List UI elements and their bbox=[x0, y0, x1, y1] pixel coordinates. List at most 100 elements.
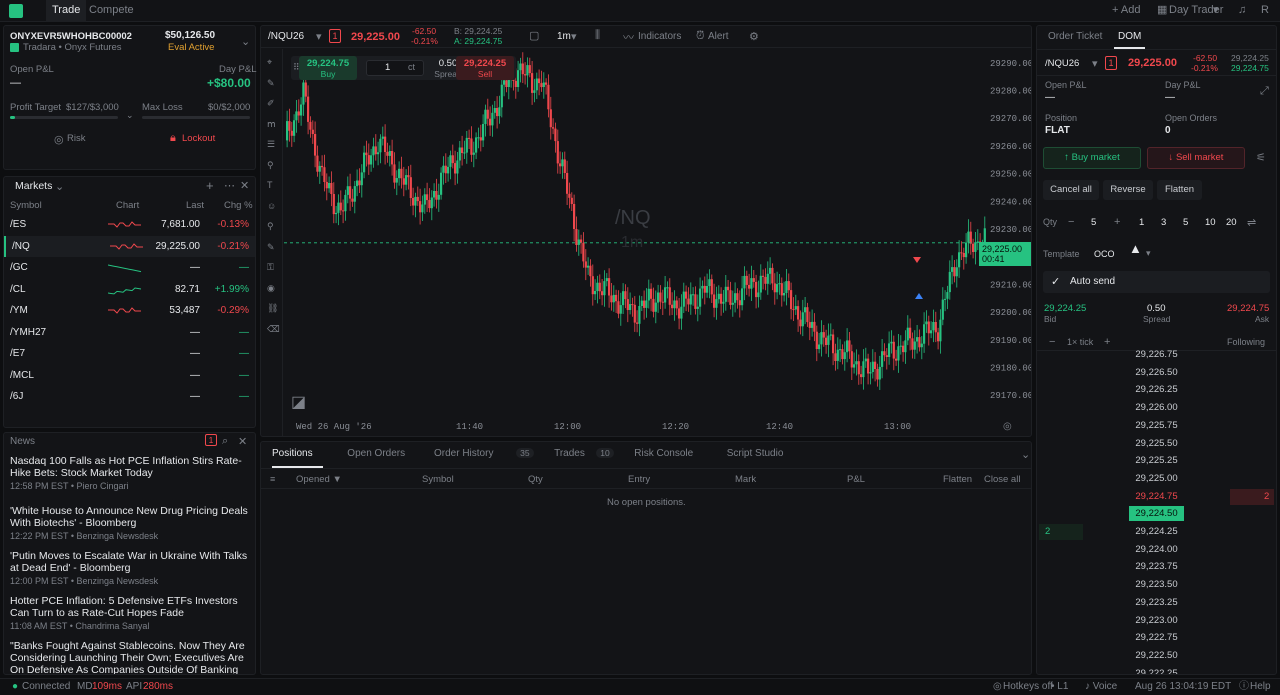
qty-minus-button[interactable]: − bbox=[1068, 216, 1074, 228]
fib-icon[interactable]: ☰ bbox=[267, 139, 275, 150]
measure-icon[interactable]: ⚲ bbox=[267, 221, 274, 232]
ladder-row[interactable]: 29,223.75 bbox=[1037, 558, 1276, 576]
ladder-row[interactable]: 29,224.00 bbox=[1037, 541, 1276, 559]
close-icon[interactable]: ✕ bbox=[238, 435, 247, 448]
lockout-button[interactable]: Lockout bbox=[182, 133, 215, 144]
ladder-row[interactable]: 29,224.50 bbox=[1037, 505, 1276, 523]
qty-settings-icon[interactable]: ⇌ bbox=[1247, 216, 1256, 229]
positions-col[interactable]: Mark bbox=[735, 474, 756, 485]
price-ladder[interactable]: 29,226.75 29,226.50 29,226.25 29,226.00 29,2… bbox=[1037, 349, 1276, 674]
tab-script-studio[interactable]: Script Studio bbox=[727, 448, 784, 459]
quantity-input[interactable]: 1 ct bbox=[366, 60, 424, 76]
market-row[interactable]: /GC — — bbox=[4, 257, 255, 278]
expand-icon[interactable]: ⤢ bbox=[1260, 85, 1269, 98]
qty-preset-button[interactable]: 3 bbox=[1161, 217, 1166, 228]
tab-dom[interactable]: DOM bbox=[1118, 31, 1141, 42]
ladder-row[interactable]: 29,225.00 bbox=[1037, 470, 1276, 488]
sell-button[interactable]: 29,224.25 Sell bbox=[456, 56, 514, 80]
tab-order-ticket[interactable]: Order Ticket bbox=[1048, 31, 1102, 42]
sell-market-button[interactable]: ↓ Sell market bbox=[1147, 147, 1245, 169]
brush-icon[interactable]: ✐ bbox=[267, 98, 275, 109]
lock-icon[interactable]: ⚿ bbox=[267, 262, 274, 273]
flatten-column[interactable]: Flatten bbox=[943, 474, 972, 485]
ruler-icon[interactable]: ✎ bbox=[267, 242, 275, 253]
news-item[interactable]: "Banks Fought Against Stablecoins. Now T… bbox=[10, 640, 250, 674]
qty-preset-button[interactable]: 1 bbox=[1139, 217, 1144, 228]
dom-symbol[interactable]: /NQU26 bbox=[1045, 58, 1079, 69]
chevron-down-icon[interactable]: ⌄ bbox=[55, 180, 64, 193]
col-chg[interactable]: Chg % bbox=[224, 200, 253, 211]
candles-icon[interactable]: ⫼ bbox=[595, 29, 600, 42]
ladder-row[interactable]: 29,222.75 bbox=[1037, 629, 1276, 647]
positions-col[interactable]: Symbol bbox=[422, 474, 454, 485]
eye-icon[interactable]: ◉ bbox=[267, 283, 275, 294]
news-item[interactable]: Hotter PCE Inflation: 5 Defensive ETFs I… bbox=[10, 595, 250, 631]
positions-col[interactable]: Entry bbox=[628, 474, 650, 485]
auto-send-toggle[interactable]: ✓ Auto send bbox=[1043, 271, 1270, 293]
qty-preset-button[interactable]: 10 bbox=[1205, 217, 1216, 228]
chevron-down-icon[interactable]: ▾ bbox=[316, 30, 322, 43]
market-row[interactable]: /CL 82.71 +1.99% bbox=[4, 279, 255, 300]
chevron-down-icon[interactable]: ⌄ bbox=[1021, 448, 1030, 461]
ladder-row[interactable]: 29,223.25 bbox=[1037, 594, 1276, 612]
ladder-row[interactable]: 29,225.25 bbox=[1037, 452, 1276, 470]
ladder-row[interactable]: 29,224.25 2 bbox=[1037, 523, 1276, 541]
ladder-row[interactable]: 29,226.00 bbox=[1037, 399, 1276, 417]
chevron-down-icon[interactable]: ▾ bbox=[1146, 248, 1151, 259]
ladder-row[interactable]: 29,226.25 bbox=[1037, 381, 1276, 399]
chevron-down-icon[interactable]: ▾ bbox=[1092, 57, 1098, 70]
add-icon[interactable]: + bbox=[206, 178, 214, 193]
positions-col[interactable]: P&L bbox=[847, 474, 865, 485]
indicators-button[interactable]: Indicators bbox=[638, 31, 681, 42]
ladder-row[interactable]: 29,224.75 2 bbox=[1037, 488, 1276, 506]
sliders-icon[interactable]: ⚟ bbox=[1256, 151, 1266, 164]
chevron-down-icon[interactable]: ▾ bbox=[571, 30, 577, 43]
search-icon[interactable]: ⌕ bbox=[222, 435, 228, 448]
tab-risk-console[interactable]: Risk Console bbox=[634, 448, 693, 459]
voice-toggle[interactable]: ♪ Voice bbox=[1085, 679, 1117, 695]
close-all-column[interactable]: Close all bbox=[984, 474, 1020, 485]
market-row[interactable]: /YMH27 — — bbox=[4, 322, 255, 343]
link-icon[interactable]: ⛓ bbox=[267, 303, 278, 314]
settings-icon[interactable]: ⚙ bbox=[749, 30, 759, 43]
ladder-row[interactable]: 29,222.25 bbox=[1037, 665, 1276, 674]
market-row[interactable]: /NQ 29,225.00 -0.21% bbox=[4, 235, 255, 257]
positions-col[interactable]: Opened ▼ bbox=[296, 474, 342, 485]
chevron-down-icon[interactable]: ⌄ bbox=[241, 35, 250, 48]
qty-preset-button[interactable]: 20 bbox=[1226, 217, 1237, 228]
tab-open-orders[interactable]: Open Orders bbox=[347, 448, 405, 459]
avatar[interactable]: R bbox=[1261, 0, 1269, 22]
market-row[interactable]: /6J — — bbox=[4, 386, 255, 407]
col-last[interactable]: Last bbox=[186, 200, 204, 211]
ladder-row[interactable]: 29,225.50 bbox=[1037, 435, 1276, 453]
square-icon[interactable]: ▢ bbox=[529, 29, 539, 42]
chart-symbol[interactable]: /NQU26 bbox=[268, 31, 304, 42]
news-item[interactable]: 'Putin Moves to Escalate War in Ukraine … bbox=[10, 550, 250, 586]
cancel-all-button[interactable]: Cancel all bbox=[1043, 180, 1099, 200]
chevron-down-icon[interactable]: ⌄ bbox=[126, 110, 134, 121]
close-icon[interactable]: ✕ bbox=[240, 179, 249, 192]
ladder-row[interactable]: 29,225.75 bbox=[1037, 417, 1276, 435]
more-icon[interactable]: ⋯ bbox=[224, 179, 235, 192]
ladder-row[interactable]: 29,222.50 bbox=[1037, 647, 1276, 665]
cursor-icon[interactable]: ⌖ bbox=[267, 57, 272, 68]
pencil-icon[interactable]: ✎ bbox=[267, 78, 275, 89]
help-button[interactable]: Help bbox=[1250, 679, 1271, 695]
candlestick-chart[interactable]: 29290.00 29280.00 29270.00 29260.00 29250.00… bbox=[284, 49, 1032, 437]
news-item[interactable]: Nasdaq 100 Falls as Hot PCE Inflation St… bbox=[10, 455, 250, 491]
market-row[interactable]: /MCL — — bbox=[4, 365, 255, 386]
ladder-row[interactable]: 29,223.50 bbox=[1037, 576, 1276, 594]
ladder-row[interactable]: 29,226.50 bbox=[1037, 364, 1276, 382]
risk-button[interactable]: Risk bbox=[67, 133, 85, 144]
text-icon[interactable]: T bbox=[267, 180, 273, 190]
add-button[interactable]: + Add bbox=[1112, 0, 1140, 22]
tab-positions[interactable]: Positions bbox=[272, 448, 313, 459]
flatten-button[interactable]: Flatten bbox=[1157, 180, 1202, 200]
market-row[interactable]: /YM 53,487 -0.29% bbox=[4, 300, 255, 321]
market-row[interactable]: /E7 — — bbox=[4, 343, 255, 364]
alert-button[interactable]: Alert bbox=[708, 31, 729, 42]
reverse-button[interactable]: Reverse bbox=[1103, 180, 1153, 200]
emoji-icon[interactable]: ☺ bbox=[267, 201, 276, 211]
template-select[interactable]: OCO bbox=[1094, 249, 1115, 259]
qty-preset-button[interactable]: 5 bbox=[1183, 217, 1188, 228]
